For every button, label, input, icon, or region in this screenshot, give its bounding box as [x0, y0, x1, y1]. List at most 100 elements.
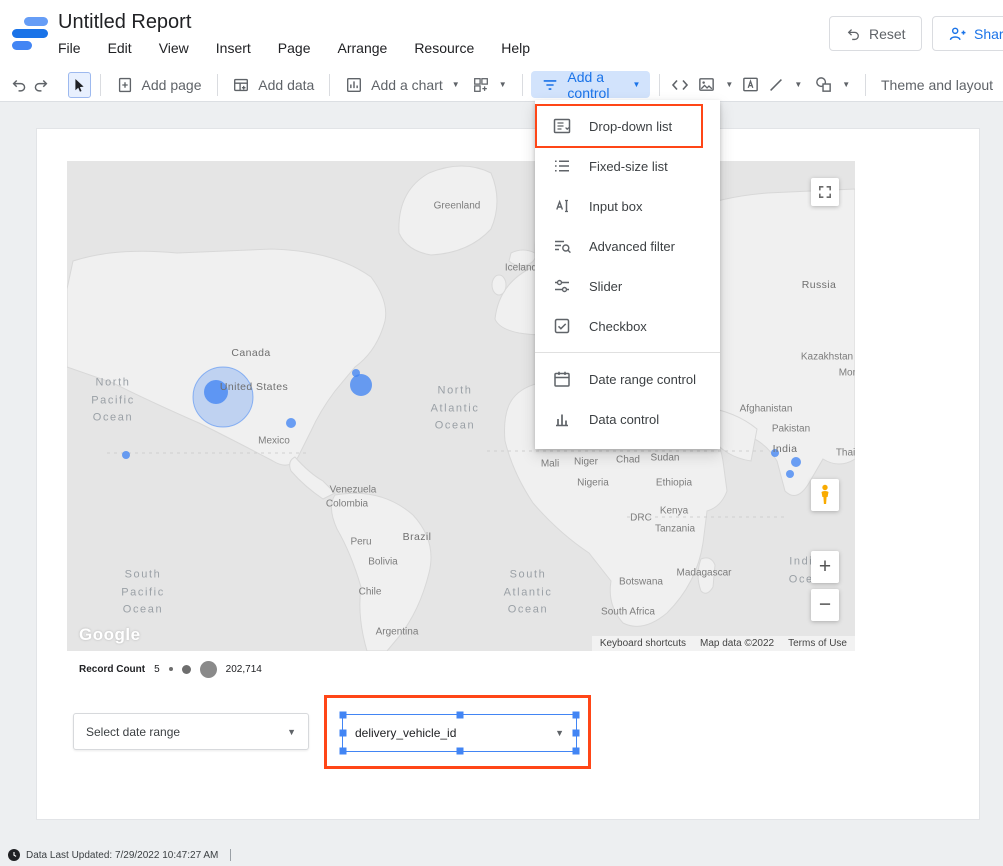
add-chart-icon: [345, 76, 363, 94]
add-image-button[interactable]: ▼: [691, 72, 739, 98]
bubble-size-legend: Record Count 5 202,714: [79, 659, 262, 679]
zoom-out-button[interactable]: −: [811, 589, 839, 621]
map-bubble[interactable]: [350, 374, 372, 396]
dropdown-list-icon: [552, 116, 572, 136]
control-menu-item-checkbox[interactable]: Checkbox: [535, 306, 720, 346]
control-menu-item-advanced-filter[interactable]: Advanced filter: [535, 226, 720, 266]
share-label: Share: [974, 26, 1003, 42]
chevron-down-icon: ▼: [452, 80, 460, 89]
chevron-down-icon: ▼: [725, 80, 733, 89]
add-chart-button[interactable]: Add a chart ▼: [339, 72, 466, 98]
control-menu-item-label: Checkbox: [589, 319, 647, 334]
menu-resource[interactable]: Resource: [414, 40, 474, 56]
toolbar-divider: [329, 74, 330, 96]
selection-handle[interactable]: [340, 712, 347, 719]
add-data-button[interactable]: Add data: [226, 72, 320, 98]
selection-handle[interactable]: [573, 730, 580, 737]
status-divider: [230, 849, 231, 861]
menu-view[interactable]: View: [159, 40, 189, 56]
toolbar-divider: [522, 74, 523, 96]
legend-dot-medium: [182, 665, 191, 674]
toolbar: Add page Add data Add a chart ▼ ▼ Add a …: [0, 68, 1003, 102]
date-range-label: Select date range: [86, 725, 180, 739]
legend-min-value: 5: [154, 664, 160, 675]
map-attribution: Keyboard shortcuts Map data ©2022 Terms of…: [592, 636, 855, 651]
menu-insert[interactable]: Insert: [216, 40, 251, 56]
menu-page[interactable]: Page: [278, 40, 311, 56]
toolbar-divider: [100, 74, 101, 96]
map-bubble[interactable]: [771, 449, 779, 457]
redo-button[interactable]: [30, 72, 52, 98]
control-menu-item-fixed-size-list[interactable]: Fixed-size list: [535, 146, 720, 186]
menu-arrange[interactable]: Arrange: [338, 40, 388, 56]
add-chart-label: Add a chart: [371, 77, 443, 93]
reset-button[interactable]: Reset: [829, 16, 922, 51]
control-menu-item-slider[interactable]: Slider: [535, 266, 720, 306]
map-bubble[interactable]: [204, 380, 228, 404]
control-menu-item-data-control[interactable]: Data control: [535, 399, 720, 439]
add-line-button[interactable]: ▼: [761, 72, 808, 98]
map-bubble[interactable]: [786, 470, 794, 478]
menu-help[interactable]: Help: [501, 40, 530, 56]
chevron-down-icon: ▼: [555, 728, 564, 738]
selection-handle[interactable]: [456, 748, 463, 755]
control-menu-item-label: Date range control: [589, 372, 696, 387]
add-data-icon: [232, 76, 250, 94]
attribution-keyboard-shortcuts[interactable]: Keyboard shortcuts: [600, 638, 686, 649]
google-maps-logo: Google: [79, 625, 141, 645]
map-bubble[interactable]: [352, 369, 360, 377]
report-page[interactable]: GreenlandIcelandRussiaCanadaKazakhstanMo…: [36, 128, 980, 820]
control-menu-item-input-box[interactable]: Input box: [535, 186, 720, 226]
legend-metric-label: Record Count: [79, 664, 145, 675]
clock-icon: [8, 849, 20, 861]
control-menu-item-label: Data control: [589, 412, 659, 427]
selection-handle[interactable]: [456, 712, 463, 719]
selection-handle[interactable]: [340, 748, 347, 755]
legend-dot-small: [169, 667, 173, 671]
pegman-street-view[interactable]: [811, 479, 839, 511]
selection-handle[interactable]: [573, 712, 580, 719]
map-bubble[interactable]: [122, 451, 130, 459]
reset-label: Reset: [869, 26, 906, 42]
control-menu-item-label: Input box: [589, 199, 643, 214]
share-button[interactable]: Share: [932, 16, 1003, 51]
chevron-down-icon: ▼: [842, 80, 850, 89]
add-shape-button[interactable]: ▼: [808, 72, 856, 98]
date-range-icon: [552, 369, 572, 389]
selection-handle[interactable]: [573, 748, 580, 755]
person-add-icon: [948, 25, 966, 43]
dropdown-filter-label: delivery_vehicle_id: [355, 726, 456, 740]
report-title[interactable]: Untitled Report: [58, 11, 191, 34]
attribution-map-data-2022: Map data ©2022: [700, 638, 774, 649]
attribution-terms-of-use[interactable]: Terms of Use: [788, 638, 847, 649]
map-bubble[interactable]: [286, 418, 296, 428]
undo-button[interactable]: [8, 72, 30, 98]
add-control-button[interactable]: Add a control ▼: [531, 71, 650, 98]
menu-file[interactable]: File: [58, 40, 81, 56]
bubble-layer: [67, 161, 855, 651]
annotation-box-dropdown-control: delivery_vehicle_id ▼: [324, 695, 591, 769]
control-menu-item-date-range-control[interactable]: Date range control: [535, 359, 720, 399]
zoom-in-button[interactable]: +: [811, 551, 839, 583]
date-range-control[interactable]: Select date range ▼: [73, 713, 309, 750]
menu-edit[interactable]: Edit: [108, 40, 132, 56]
slider-icon: [552, 276, 572, 296]
community-visualizations-button[interactable]: ▼: [466, 72, 513, 98]
add-page-label: Add page: [142, 77, 202, 93]
embed-button[interactable]: [669, 72, 691, 98]
control-menu-item-drop-down-list[interactable]: Drop-down list: [535, 106, 720, 146]
text-box-button[interactable]: [739, 72, 761, 98]
selection-handle[interactable]: [340, 730, 347, 737]
map-bubble[interactable]: [791, 457, 801, 467]
select-tool-button[interactable]: [68, 72, 91, 98]
report-canvas[interactable]: GreenlandIcelandRussiaCanadaKazakhstanMo…: [0, 102, 1003, 866]
add-page-button[interactable]: Add page: [110, 72, 208, 98]
control-menu-item-label: Advanced filter: [589, 239, 675, 254]
status-bar: Data Last Updated: 7/29/2022 10:47:27 AM: [0, 844, 1003, 866]
add-control-label: Add a control: [567, 69, 623, 101]
fullscreen-button[interactable]: [811, 178, 839, 206]
theme-and-layout-button[interactable]: Theme and layout: [875, 72, 999, 98]
dropdown-filter-control[interactable]: delivery_vehicle_id ▼: [342, 714, 577, 752]
shape-icon: [814, 75, 833, 94]
bubble-map-chart[interactable]: GreenlandIcelandRussiaCanadaKazakhstanMo…: [67, 161, 855, 651]
